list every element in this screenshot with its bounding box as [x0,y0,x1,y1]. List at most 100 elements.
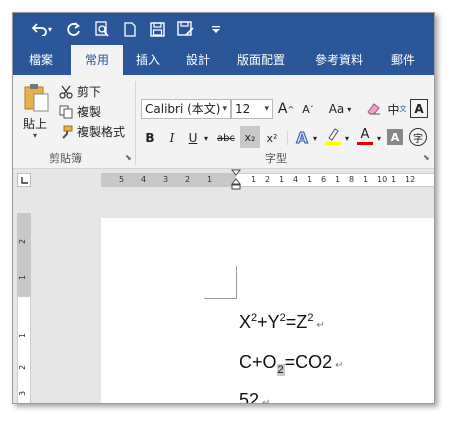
ruler-label: 4 [293,175,299,184]
highlight-button[interactable] [323,125,343,147]
copy-icon [59,105,73,119]
clear-format-button[interactable] [365,98,383,120]
ruler-label: 2 [185,175,191,184]
grow-font-icon: A [277,101,288,117]
customize-icon[interactable] [205,13,227,45]
eraser-icon [367,103,380,115]
text-run: +Y [257,312,280,332]
superscript-run: 2 [307,312,314,324]
ruler-label: 1 [391,175,397,184]
text-run: =CO2 [284,352,333,372]
tab-mailings[interactable]: 郵件 [381,45,425,75]
character-border-button[interactable]: A [410,99,428,118]
tab-home[interactable]: 常用 [71,45,123,75]
cut-label: 剪下 [77,85,102,99]
ruler-label: 1 [18,274,28,281]
highlight-dropdown-icon[interactable]: ▾ [343,127,351,149]
shrink-font-icon: A [302,102,310,116]
paragraph-mark: ↵ [335,360,344,371]
document-page[interactable]: X2+Y2=Z2↵ C+O2=CO2 ↵ 52 ↵ [101,218,434,404]
bold-button[interactable]: B [141,127,159,149]
font-color-button[interactable]: A [355,125,375,147]
change-case-icon: Aa [328,102,345,116]
chevron-down-icon: ▾ [347,104,352,114]
paragraph-mark: ↵ [262,398,271,404]
text-run: =Z [285,312,308,332]
ribbon-home: 貼上 ▾ 剪下 複製 複製格式 剪貼簿 ⬊ Calibri (本文) ▾ 12 … [13,75,434,169]
shrink-font-button[interactable]: Aˇ [299,98,317,120]
font-color-dropdown-icon[interactable]: ▾ [375,127,383,149]
ruler-label: 1 [363,175,369,184]
horizontal-ruler: 5 4 3 2 1 1 2 1 4 1 6 1 8 1 10 1 12 [13,169,434,191]
ruler-label: 10 [377,175,388,184]
font-color-icon: A [360,126,370,142]
ruler-label: 3 [18,390,28,397]
tab-selector-button[interactable] [17,173,31,187]
new-doc-icon[interactable] [119,13,141,45]
font-group-label: 字型 [265,152,287,165]
character-shading-button[interactable]: A [387,129,403,145]
phonetic-guide-button[interactable]: 中文 [387,98,407,120]
font-launcher-icon[interactable]: ⬊ [423,153,430,162]
caret-down-icon: ˇ [309,104,314,114]
vertical-ruler: 2 1 1 2 3 [13,213,35,403]
font-color-bar [357,141,373,145]
doc-line-3[interactable]: 52 ↵ [239,390,271,404]
chevron-down-icon: ▾ [264,104,269,114]
ruler-label: 1 [18,332,28,339]
title-bar: ▾ [13,13,434,45]
ribbon-tabs: 檔案 常用 插入 設計 版面配置 參考資料 郵件 [13,45,434,75]
word-window: ▾ 檔案 常用 插入 設計 版面配置 參考資料 郵件 貼上 ▾ 剪下 複製 複製… [12,12,435,404]
phonetic-guide-icon: 中 [387,102,400,117]
ruler-label: 4 [141,175,147,184]
indent-marker[interactable] [230,169,242,191]
paste-button-label[interactable]: 貼上 [23,115,47,132]
font-size-value: 12 [235,102,251,116]
margin-corner-horizontal [204,298,237,299]
superscript-button[interactable]: x² [262,127,282,149]
save-as-icon[interactable] [175,13,197,45]
subscript-button[interactable]: x₂ [240,126,260,148]
italic-button[interactable]: I [163,127,181,149]
doc-line-2[interactable]: C+O2=CO2 ↵ [239,352,344,376]
ruler-label: 2 [265,175,271,184]
character-border-icon: A [414,101,424,116]
save-icon[interactable] [146,13,168,45]
underline-dropdown-icon[interactable]: ▾ [202,127,210,149]
cut-button[interactable]: 剪下 [59,83,101,100]
indent-marker-icon [230,169,242,190]
enclose-characters-button[interactable]: 字 [409,128,427,146]
tab-insert[interactable]: 插入 [126,45,170,75]
redo-icon[interactable] [63,13,85,45]
ruler-label: 12 [405,175,416,184]
strikethrough-button[interactable]: abc [214,127,238,149]
tab-references[interactable]: 參考資料 [305,45,373,75]
format-painter-button[interactable]: 複製格式 [59,123,125,140]
text-effect-dropdown-icon[interactable]: ▾ [311,127,319,149]
font-family-select[interactable]: Calibri (本文) ▾ [141,99,231,119]
text-effect-icon: A [296,129,309,148]
paste-icon[interactable] [21,81,53,113]
change-case-button[interactable]: Aa ▾ [323,98,357,120]
undo-dropdown-icon[interactable]: ▾ [45,13,55,45]
grow-font-button[interactable]: A ^ [277,98,295,120]
tab-design[interactable]: 設計 [176,45,220,75]
scissors-icon [59,85,73,99]
copy-button[interactable]: 複製 [59,103,101,120]
tab-layout[interactable]: 版面配置 [227,45,295,75]
text-run: 52 [239,390,260,404]
doc-line-1[interactable]: X2+Y2=Z2↵ [239,312,325,333]
font-family-value: Calibri (本文) [145,102,221,116]
font-size-select[interactable]: 12 ▾ [231,99,273,119]
text-effect-button[interactable]: A [293,127,311,149]
ruler-label: 8 [349,175,355,184]
paste-dropdown-icon[interactable]: ▾ [33,131,37,140]
underline-button[interactable]: U [185,127,201,149]
text-run: X [239,312,252,332]
divider [287,131,288,145]
clipboard-launcher-icon[interactable]: ⬊ [125,153,132,162]
margin-corner-vertical [236,266,237,298]
print-preview-icon[interactable] [91,13,113,45]
paragraph-mark: ↵ [316,320,325,331]
tab-file[interactable]: 檔案 [21,45,61,75]
